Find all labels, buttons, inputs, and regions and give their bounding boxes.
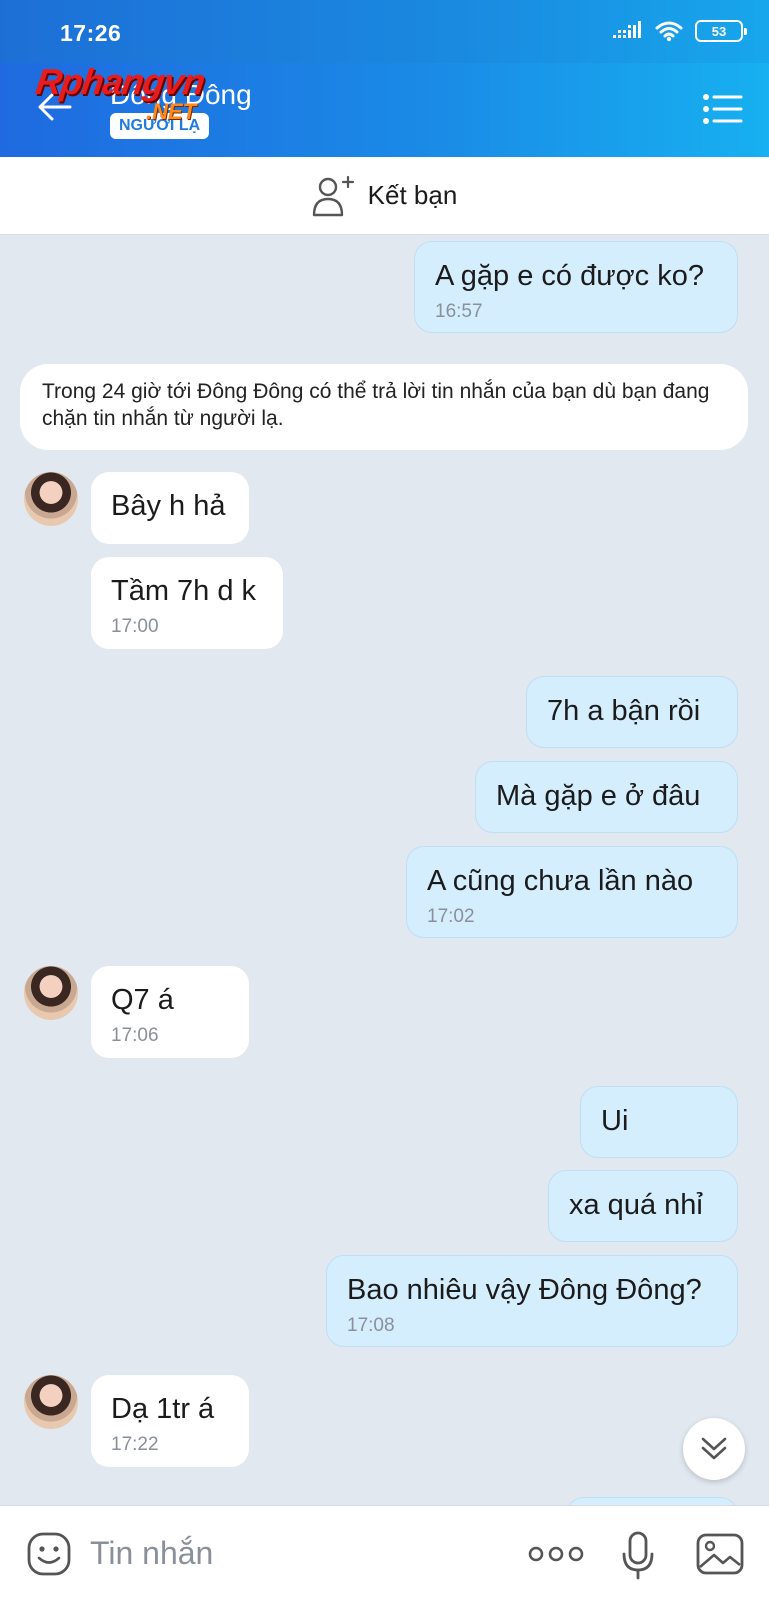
message-time: 17:22 bbox=[111, 1434, 159, 1456]
menu-list-icon[interactable] bbox=[703, 93, 743, 125]
signal-icon bbox=[613, 21, 641, 38]
message-time: 16:57 bbox=[435, 301, 483, 323]
message-text: Bây h hả bbox=[111, 490, 226, 522]
status-icons: 53 bbox=[613, 20, 747, 42]
message-input-bar bbox=[0, 1505, 769, 1600]
message-text: Tầm 7h d k bbox=[111, 575, 257, 607]
contact-avatar[interactable] bbox=[24, 472, 78, 526]
battery-icon: 53 bbox=[695, 20, 747, 42]
message-text: A gặp e có được ko? bbox=[435, 260, 704, 292]
add-friend-button[interactable]: Kết bạn bbox=[0, 157, 769, 235]
message-bubble[interactable]: Dạ 1tr á 17:22 bbox=[91, 1375, 249, 1467]
message-bubble[interactable]: Tầm 7h d k 17:00 bbox=[91, 557, 283, 649]
wifi-icon bbox=[655, 21, 683, 42]
message-time: 17:00 bbox=[111, 616, 159, 638]
watermark-logo-sub: .NET bbox=[146, 99, 197, 124]
add-friend-icon bbox=[312, 175, 354, 216]
message-bubble[interactable]: Mà gặp e ở đâu bbox=[475, 761, 738, 833]
message-bubble[interactable]: Bây h hả bbox=[91, 472, 249, 544]
message-text: 7h a bận rồi bbox=[547, 695, 701, 727]
status-time: 17:26 bbox=[60, 20, 122, 46]
message-bubble[interactable]: Bao nhiêu vậy Đông Đông? 17:08 bbox=[326, 1255, 738, 1347]
contact-avatar[interactable] bbox=[24, 1375, 78, 1429]
contact-avatar[interactable] bbox=[24, 966, 78, 1020]
image-picker-icon[interactable] bbox=[696, 1533, 744, 1575]
message-time: 17:02 bbox=[427, 906, 475, 928]
chevron-double-down-icon bbox=[701, 1437, 727, 1460]
message-bubble[interactable]: Ui bbox=[580, 1086, 738, 1158]
message-text: xa quá nhỉ bbox=[569, 1189, 703, 1221]
message-input[interactable] bbox=[90, 1528, 470, 1578]
message-bubble[interactable]: xa quá nhỉ bbox=[548, 1170, 738, 1242]
chat-header: Đông Đông NGƯỜI LẠ Rphangvn .NET bbox=[0, 61, 769, 157]
chat-messages[interactable]: A gặp e có được ko? 16:57 Trong 24 giờ t… bbox=[0, 235, 769, 1505]
battery-level: 53 bbox=[711, 23, 727, 39]
message-time: 17:06 bbox=[111, 1025, 159, 1047]
message-bubble[interactable]: 7h a bận rồi bbox=[526, 676, 738, 748]
message-text: Q7 á bbox=[111, 984, 174, 1016]
message-text: Dạ 1tr á bbox=[111, 1393, 215, 1425]
message-bubble-partial[interactable] bbox=[566, 1497, 738, 1505]
message-bubble[interactable]: A cũng chưa lần nào 17:02 bbox=[406, 846, 738, 938]
message-text: Ui bbox=[601, 1105, 629, 1137]
message-time: 17:08 bbox=[347, 1315, 395, 1337]
more-options-icon[interactable] bbox=[528, 1540, 584, 1568]
message-text: Bao nhiêu vậy Đông Đông? bbox=[347, 1274, 702, 1306]
status-bar: 17:26 53 bbox=[0, 0, 769, 63]
watermark-logo: Rphangvn bbox=[33, 61, 207, 102]
message-text: A cũng chưa lần nào bbox=[427, 865, 694, 897]
scroll-to-bottom-button[interactable] bbox=[683, 1418, 745, 1480]
sticker-icon[interactable] bbox=[26, 1531, 72, 1577]
message-bubble[interactable]: Q7 á 17:06 bbox=[91, 966, 249, 1058]
add-friend-label: Kết bạn bbox=[367, 180, 458, 210]
microphone-icon[interactable] bbox=[620, 1530, 656, 1580]
stranger-notice: Trong 24 giờ tới Đông Đông có thể trả lờ… bbox=[20, 364, 748, 450]
message-bubble[interactable]: A gặp e có được ko? 16:57 bbox=[414, 241, 738, 333]
message-text: Mà gặp e ở đâu bbox=[496, 780, 701, 812]
